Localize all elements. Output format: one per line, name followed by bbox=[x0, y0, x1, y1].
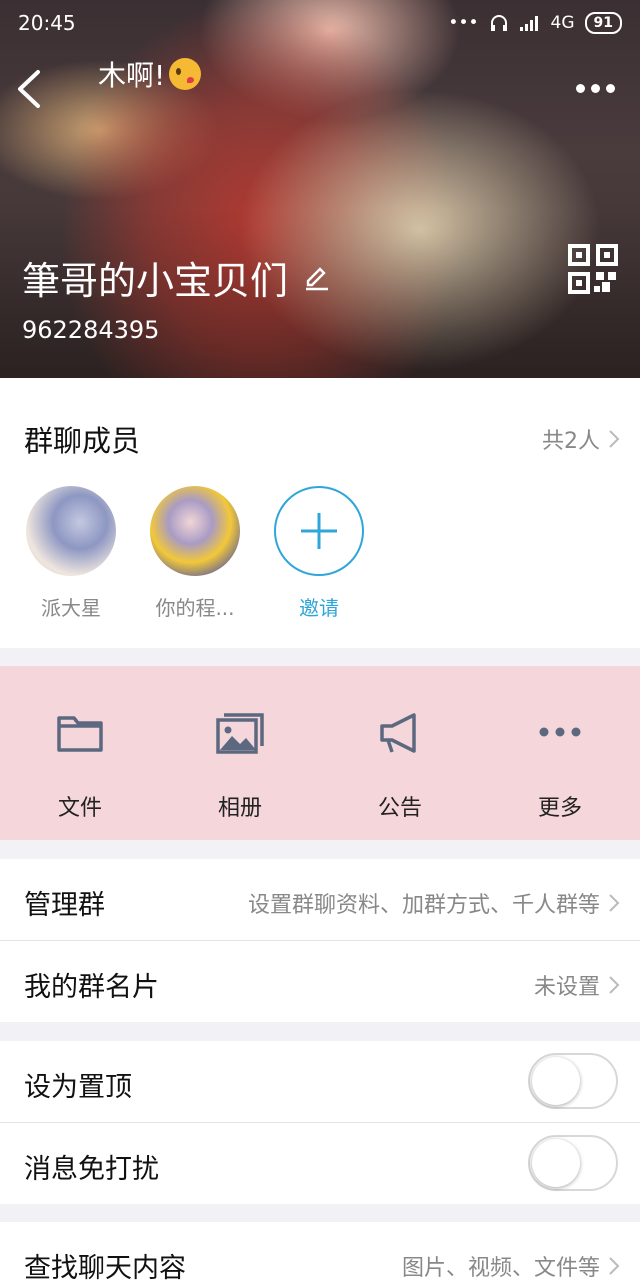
megaphone-icon bbox=[380, 713, 416, 753]
member-item[interactable]: 你的程... bbox=[150, 486, 240, 621]
group-id: 962284395 bbox=[22, 316, 160, 344]
do-not-disturb-toggle[interactable] bbox=[528, 1135, 618, 1191]
member-name: 你的程... bbox=[155, 596, 235, 620]
signal-icon bbox=[519, 16, 538, 31]
group-header: 20:45 ••• 4G 91 木啊! 筆哥的小宝贝们 962284395 bbox=[0, 0, 640, 378]
battery-indicator: 91 bbox=[584, 12, 622, 34]
toggle-knob bbox=[532, 1139, 580, 1187]
chevron-right-icon bbox=[609, 430, 620, 448]
group-card-value: 未设置 bbox=[533, 975, 600, 1000]
edit-pencil-icon[interactable] bbox=[304, 265, 330, 291]
pin-top-label: 设为置顶 bbox=[24, 1072, 132, 1103]
headphones-icon bbox=[490, 15, 507, 31]
qr-code-icon[interactable] bbox=[568, 244, 618, 294]
kiss-emoji-icon bbox=[169, 58, 202, 90]
manage-group-value: 设置群聊资料、加群方式、千人群等 bbox=[247, 893, 600, 918]
action-grid: 文件 相册 公告 更多 bbox=[0, 666, 640, 840]
group-name[interactable]: 筆哥的小宝贝们 bbox=[22, 250, 330, 305]
photo-album-icon bbox=[216, 713, 264, 754]
status-bar: 20:45 ••• 4G 91 bbox=[18, 8, 622, 38]
files-label: 文件 bbox=[57, 796, 102, 821]
avatar bbox=[150, 486, 240, 576]
folder-icon bbox=[57, 716, 103, 752]
chat-name-text: 木啊! bbox=[98, 59, 166, 92]
chevron-right-icon bbox=[609, 894, 620, 912]
chevron-right-icon bbox=[609, 976, 620, 994]
group-card-row[interactable]: 我的群名片 未设置 bbox=[0, 941, 640, 1022]
status-icons: ••• 4G 91 bbox=[448, 12, 622, 34]
back-arrow-icon[interactable] bbox=[14, 68, 44, 110]
invite-label: 邀请 bbox=[299, 596, 339, 620]
status-time: 20:45 bbox=[18, 11, 76, 35]
group-card-label: 我的群名片 bbox=[24, 972, 159, 1003]
album-button[interactable]: 相册 bbox=[160, 666, 320, 840]
network-type: 4G bbox=[550, 13, 575, 33]
invite-button[interactable]: 邀请 bbox=[274, 486, 364, 621]
member-item[interactable]: 派大星 bbox=[26, 486, 116, 621]
more-label: 更多 bbox=[537, 796, 582, 821]
group-card-value-wrap: 未设置 bbox=[534, 969, 620, 1001]
search-history-value: 图片、视频、文件等 bbox=[401, 1256, 600, 1280]
group-members-section: 群聊成员 共2人 派大星 你的程... 邀请 bbox=[0, 378, 640, 648]
files-button[interactable]: 文件 bbox=[0, 666, 160, 840]
members-count: 共2人 bbox=[542, 429, 600, 454]
more-button[interactable]: 更多 bbox=[480, 666, 640, 840]
announcement-label: 公告 bbox=[377, 796, 422, 821]
pin-top-row: 设为置顶 bbox=[0, 1041, 640, 1122]
do-not-disturb-label: 消息免打扰 bbox=[24, 1154, 159, 1185]
group-name-text: 筆哥的小宝贝们 bbox=[22, 259, 289, 303]
more-status-icon: ••• bbox=[448, 13, 479, 33]
search-history-label: 查找聊天内容 bbox=[24, 1253, 186, 1280]
manage-group-row[interactable]: 管理群 设置群聊资料、加群方式、千人群等 bbox=[0, 859, 640, 940]
chat-name: 木啊! bbox=[98, 54, 202, 94]
avatar bbox=[26, 486, 116, 576]
members-title: 群聊成员 bbox=[24, 424, 141, 458]
search-history-row[interactable]: 查找聊天内容 图片、视频、文件等 bbox=[0, 1222, 640, 1280]
manage-group-label: 管理群 bbox=[24, 890, 105, 921]
announcement-button[interactable]: 公告 bbox=[320, 666, 480, 840]
manage-group-value-wrap: 设置群聊资料、加群方式、千人群等 bbox=[248, 887, 620, 919]
album-label: 相册 bbox=[217, 796, 262, 821]
member-name: 派大星 bbox=[41, 596, 101, 620]
search-history-value-wrap: 图片、视频、文件等 bbox=[402, 1250, 620, 1280]
chevron-right-icon bbox=[609, 1257, 620, 1275]
toggle-knob bbox=[532, 1057, 580, 1105]
plus-icon bbox=[301, 513, 337, 549]
more-dots-icon bbox=[539, 727, 581, 737]
pin-top-toggle[interactable] bbox=[528, 1053, 618, 1109]
more-options-button[interactable] bbox=[576, 78, 620, 98]
invite-circle bbox=[274, 486, 364, 576]
do-not-disturb-row: 消息免打扰 bbox=[0, 1123, 640, 1204]
members-count-link[interactable]: 共2人 bbox=[542, 423, 620, 455]
